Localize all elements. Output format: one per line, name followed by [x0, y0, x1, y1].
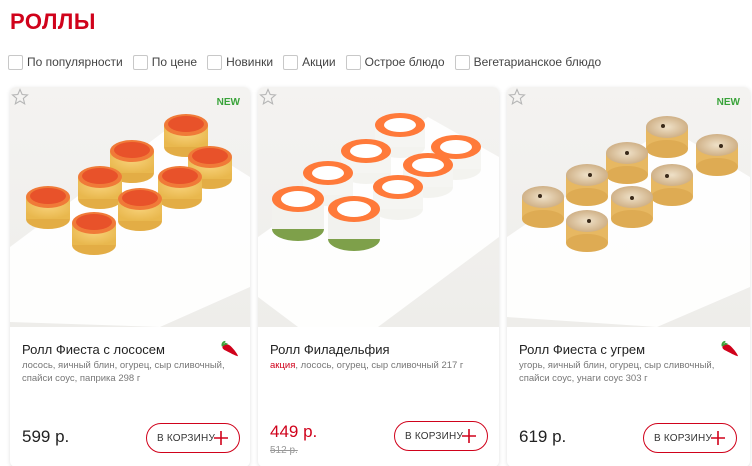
- filter-vegetarian[interactable]: Вегетарианское блюдо: [454, 55, 602, 70]
- product-card[interactable]: NEW Ролл Фиеста с угрем угорь, яичный бл…: [507, 87, 750, 466]
- product-price: 449 р.: [270, 422, 318, 441]
- filter-promo-label: Акции: [302, 55, 336, 69]
- product-info: Ролл Фиеста с лососем лосось, яичный бли…: [10, 327, 250, 466]
- add-to-cart-label: В КОРЗИНУ: [157, 432, 215, 444]
- filter-popularity[interactable]: По популярности: [8, 55, 123, 70]
- filter-spicy[interactable]: Острое блюдо: [345, 55, 445, 70]
- product-name[interactable]: Ролл Филадельфия: [270, 342, 390, 357]
- product-name[interactable]: Ролл Фиеста с угрем: [519, 342, 645, 357]
- add-to-cart-button[interactable]: В КОРЗИНУ: [643, 423, 737, 453]
- product-name[interactable]: Ролл Фиеста с лососем: [22, 342, 165, 357]
- new-badge: NEW: [716, 97, 740, 108]
- filter-promo[interactable]: Акции: [283, 55, 336, 70]
- new-badge: NEW: [216, 97, 240, 108]
- filter-price[interactable]: По цене: [132, 55, 198, 70]
- filter-spicy-checkbox[interactable]: [345, 55, 361, 70]
- star-outline-icon[interactable]: [258, 87, 278, 107]
- plus-icon: [711, 431, 725, 445]
- chili-pepper-icon: [721, 340, 739, 357]
- filter-vegetarian-label: Вегетарианское блюдо: [473, 55, 602, 69]
- product-description: акция, лосось, огурец, сыр сливочный 217…: [270, 360, 487, 373]
- product-description: лосось, яичный блин, огурец, сыр сливочн…: [22, 360, 225, 384]
- promo-label: акция: [270, 360, 296, 371]
- product-description: угорь, яичный блин, огурец, сыр сливочны…: [519, 360, 715, 384]
- product-card[interactable]: Ролл Филадельфия акция, лосось, огурец, …: [258, 87, 499, 466]
- star-outline-icon[interactable]: [10, 87, 30, 107]
- filter-promo-checkbox[interactable]: [283, 55, 299, 70]
- filter-price-checkbox[interactable]: [132, 55, 148, 70]
- product-image[interactable]: NEW: [10, 87, 250, 327]
- add-to-cart-label: В КОРЗИНУ: [654, 432, 712, 444]
- plus-icon: [462, 429, 476, 443]
- product-info: Ролл Филадельфия акция, лосось, огурец, …: [258, 327, 499, 466]
- add-to-cart-label: В КОРЗИНУ: [405, 430, 463, 442]
- filter-popularity-label: По популярности: [27, 55, 123, 69]
- product-image[interactable]: [258, 87, 499, 327]
- product-info: Ролл Фиеста с угрем угорь, яичный блин, …: [507, 327, 750, 466]
- filter-vegetarian-checkbox[interactable]: [454, 55, 470, 70]
- filter-new[interactable]: Новинки: [207, 55, 273, 70]
- filter-price-label: По цене: [151, 55, 198, 69]
- add-to-cart-button[interactable]: В КОРЗИНУ: [146, 423, 240, 453]
- product-price: 599 р.: [22, 427, 70, 446]
- filter-popularity-checkbox[interactable]: [8, 55, 23, 70]
- product-image[interactable]: NEW: [507, 87, 750, 327]
- filter-bar: По популярности По цене Новинки Акции Ос…: [8, 55, 611, 70]
- product-old-price: 512 р.: [270, 445, 298, 456]
- filter-new-checkbox[interactable]: [207, 55, 223, 70]
- product-card[interactable]: NEW Ролл Фиеста с лососем лосось, яичный…: [10, 87, 250, 466]
- plus-icon: [214, 431, 228, 445]
- chili-pepper-icon: [221, 340, 239, 357]
- product-description-text: , лосось, огурец, сыр сливочный 217 г: [295, 360, 464, 371]
- page-title: РОЛЛЫ: [10, 9, 96, 34]
- star-outline-icon[interactable]: [507, 87, 527, 107]
- product-price: 619 р.: [519, 427, 567, 446]
- filter-new-label: Новинки: [226, 55, 274, 69]
- add-to-cart-button[interactable]: В КОРЗИНУ: [394, 421, 488, 451]
- filter-spicy-label: Острое блюдо: [364, 55, 445, 69]
